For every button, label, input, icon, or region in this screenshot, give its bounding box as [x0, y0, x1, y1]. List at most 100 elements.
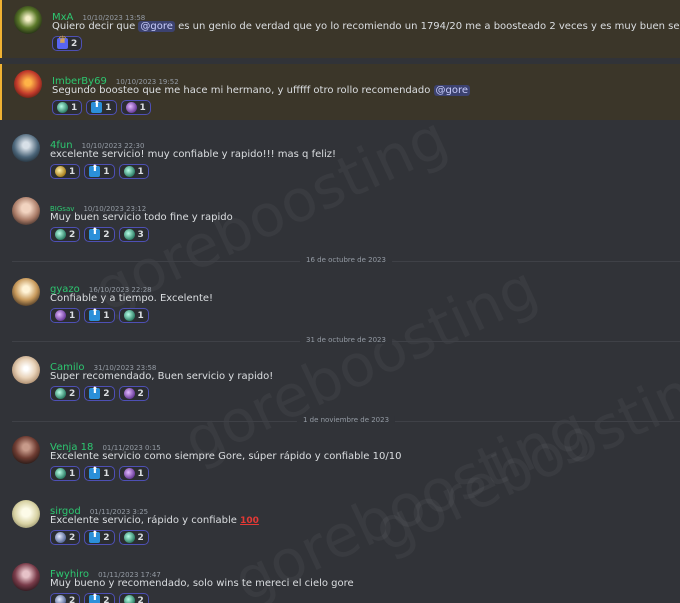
- reaction-count: 1: [103, 468, 110, 479]
- message-text: Quiero decir que @gore es un genio de ve…: [52, 21, 680, 32]
- reaction-button[interactable]: 1: [120, 100, 151, 115]
- reaction-count: 1: [105, 102, 112, 113]
- user-avatar[interactable]: [12, 500, 40, 528]
- reaction-count: 2: [69, 595, 76, 603]
- reaction-count: 2: [103, 595, 110, 603]
- date-divider-label: 31 de octubre de 2023: [300, 336, 392, 344]
- rank-teal-emoji-icon: [123, 532, 135, 543]
- message[interactable]: ImberBy69 10/10/2023 19:52 Segundo boost…: [0, 64, 680, 120]
- reaction-button[interactable]: 2: [84, 530, 115, 545]
- message[interactable]: Camilo 31/10/2023 23:58 Super recomendad…: [0, 350, 680, 406]
- reaction-count: 2: [137, 595, 144, 603]
- rank-purple-emoji-icon: [123, 468, 135, 479]
- user-avatar[interactable]: [14, 6, 42, 34]
- message-text: Excelente servicio, rápido y confiable 1…: [50, 515, 259, 526]
- reaction-button[interactable]: 1: [86, 100, 117, 115]
- reaction-button[interactable]: 1: [84, 164, 115, 179]
- rank-teal-emoji-icon: [55, 229, 66, 240]
- reaction-button[interactable]: 1: [50, 164, 81, 179]
- date-divider-label: 16 de octubre de 2023: [300, 256, 392, 264]
- arrow-up-emoji-icon: [89, 593, 101, 603]
- arrow-up-emoji-icon: [89, 308, 101, 321]
- reaction-count: 3: [137, 229, 144, 240]
- arrow-up-emoji-icon: [89, 530, 101, 543]
- reaction-button[interactable]: 2: [50, 593, 81, 603]
- rank-teal-emoji-icon: [123, 310, 135, 321]
- crown-emoji-icon: [57, 35, 68, 49]
- message[interactable]: BIGsav 10/10/2023 23:12 Muy buen servici…: [0, 191, 680, 247]
- message-text: Segundo boosteo que me hace mi hermano, …: [52, 85, 471, 96]
- reaction-count: 1: [103, 310, 110, 321]
- reaction-count: 2: [69, 388, 76, 399]
- reaction-button[interactable]: 2: [84, 227, 115, 242]
- reaction-button[interactable]: 2: [50, 386, 81, 401]
- reaction-button[interactable]: 1: [118, 466, 149, 481]
- user-avatar[interactable]: [12, 436, 40, 464]
- user-avatar[interactable]: [12, 278, 40, 306]
- reaction-button[interactable]: 2: [118, 386, 149, 401]
- arrow-up-emoji-icon: [89, 164, 101, 177]
- message[interactable]: 4fun 10/10/2023 22:30 excelente servicio…: [0, 128, 680, 184]
- reaction-button[interactable]: 2: [50, 530, 81, 545]
- date-divider: 1 de noviembre de 2023: [12, 416, 680, 426]
- reaction-button[interactable]: 1: [52, 100, 83, 115]
- reaction-count: 2: [137, 388, 144, 399]
- reaction-count: 1: [69, 166, 76, 177]
- reaction-count: 1: [137, 166, 144, 177]
- reaction-button[interactable]: 1: [50, 308, 81, 323]
- message-text: Confiable y a tiempo. Excelente!: [50, 293, 214, 304]
- message[interactable]: Venja 18 01/11/2023 0:15 Excelente servi…: [0, 430, 680, 486]
- reaction-button[interactable]: 1: [84, 466, 115, 481]
- reaction-count: 2: [103, 532, 110, 543]
- user-avatar[interactable]: [14, 70, 42, 98]
- rank-purple-emoji-icon: [55, 310, 66, 321]
- rank-teal-emoji-icon: [55, 468, 66, 479]
- rank-purple-emoji-icon: [125, 102, 137, 113]
- hundred-points-emoji-icon: 100: [240, 516, 259, 526]
- reaction-count: 2: [69, 229, 76, 240]
- reaction-count: 2: [71, 38, 78, 49]
- message-text: Excelente servicio como siempre Gore, sú…: [50, 451, 402, 462]
- reaction-count: 1: [137, 310, 144, 321]
- reaction-button[interactable]: 2: [118, 530, 149, 545]
- date-divider-label: 1 de noviembre de 2023: [296, 416, 396, 424]
- reaction-button[interactable]: 2: [52, 35, 83, 51]
- reaction-count: 1: [71, 102, 78, 113]
- reaction-count: 2: [103, 388, 110, 399]
- rank-teal-emoji-icon: [123, 229, 135, 240]
- message[interactable]: sirgod 01/11/2023 3:25 Excelente servici…: [0, 494, 680, 550]
- reaction-button[interactable]: 1: [118, 164, 149, 179]
- rank-teal-emoji-icon: [123, 595, 135, 603]
- message[interactable]: gyazo 16/10/2023 22:28 Confiable y a tie…: [0, 272, 680, 328]
- reaction-button[interactable]: 1: [84, 308, 115, 323]
- arrow-up-emoji-icon: [89, 466, 101, 479]
- arrow-up-emoji-icon: [89, 227, 101, 240]
- reaction-button[interactable]: 1: [50, 466, 81, 481]
- arrow-up-emoji-icon: [89, 386, 101, 399]
- reaction-button[interactable]: 2: [50, 227, 81, 242]
- user-avatar[interactable]: [12, 134, 40, 162]
- message[interactable]: MxA 10/10/2023 13:58 Quiero decir que @g…: [0, 0, 680, 58]
- user-mention[interactable]: @gore: [138, 21, 175, 32]
- reaction-button[interactable]: 3: [118, 227, 149, 242]
- reaction-count: 1: [103, 166, 110, 177]
- message[interactable]: Fwyhiro 01/11/2023 17:47 Muy bueno y rec…: [0, 557, 680, 603]
- user-mention[interactable]: @gore: [433, 85, 471, 96]
- reaction-button[interactable]: 1: [118, 308, 149, 323]
- rank-gold-emoji-icon: [55, 166, 66, 177]
- reaction-button[interactable]: 2: [118, 593, 149, 603]
- user-avatar[interactable]: [12, 356, 40, 384]
- reaction-button[interactable]: 2: [84, 386, 115, 401]
- rank-teal-emoji-icon: [123, 166, 135, 177]
- reaction-count: 2: [69, 532, 76, 543]
- message-text: Super recomendado, Buen servicio y rapid…: [50, 371, 274, 382]
- reaction-count: 2: [103, 229, 110, 240]
- reaction-button[interactable]: 2: [84, 593, 115, 603]
- arrow-up-emoji-icon: [91, 100, 103, 113]
- date-divider: 31 de octubre de 2023: [12, 336, 680, 346]
- rank-purple-emoji-icon: [123, 388, 135, 399]
- user-avatar[interactable]: [12, 197, 40, 225]
- chat-message-list[interactable]: goreboosting goreboosting goreboosting g…: [0, 0, 680, 603]
- user-avatar[interactable]: [12, 563, 40, 591]
- reaction-count: 1: [69, 310, 76, 321]
